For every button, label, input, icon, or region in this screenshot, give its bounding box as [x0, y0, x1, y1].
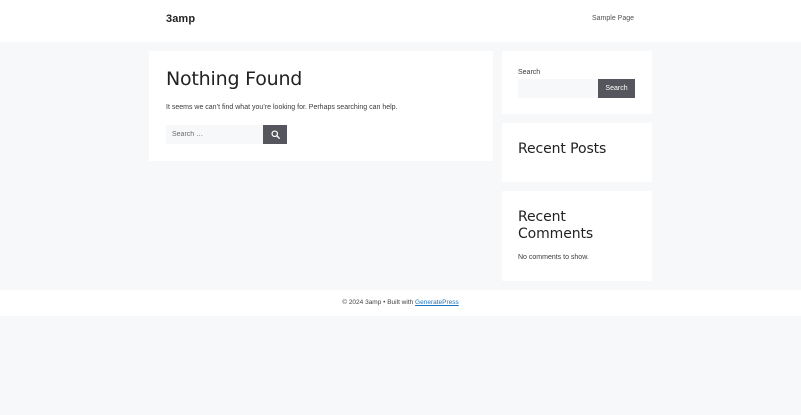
recent-posts-widget: Recent Posts — [502, 123, 652, 182]
sidebar-search-input[interactable] — [518, 79, 598, 98]
site-title-link[interactable]: 3amp — [166, 13, 195, 25]
footer-generatepress-link[interactable]: GeneratePress — [415, 299, 459, 306]
recent-comments-title: Recent Comments — [518, 209, 594, 242]
search-icon — [270, 130, 280, 139]
nav-item-sample-page[interactable]: Sample Page — [582, 15, 644, 22]
no-comments-text: No comments to show. — [518, 254, 589, 261]
sidebar-search-widget: Search Search — [502, 51, 652, 114]
page-title: Nothing Found — [166, 68, 303, 90]
content-search-button[interactable] — [263, 125, 287, 144]
main-content: Nothing Found It seems we can’t find wha… — [149, 51, 493, 161]
content-search-input[interactable] — [166, 125, 263, 144]
site-footer: © 2024 3amp • Built with GeneratePress — [0, 290, 801, 316]
not-found-message: It seems we can’t find what you’re looki… — [166, 104, 398, 111]
recent-comments-widget: Recent Comments No comments to show. — [502, 191, 652, 281]
recent-posts-title: Recent Posts — [518, 141, 607, 157]
site-header: 3amp Sample Page — [0, 0, 801, 42]
footer-copyright: © 2024 3amp • Built with — [342, 299, 416, 306]
main-navigation: Sample Page — [582, 15, 644, 22]
sidebar-search-button[interactable]: Search — [598, 79, 635, 98]
sidebar-search-label: Search — [518, 69, 541, 76]
